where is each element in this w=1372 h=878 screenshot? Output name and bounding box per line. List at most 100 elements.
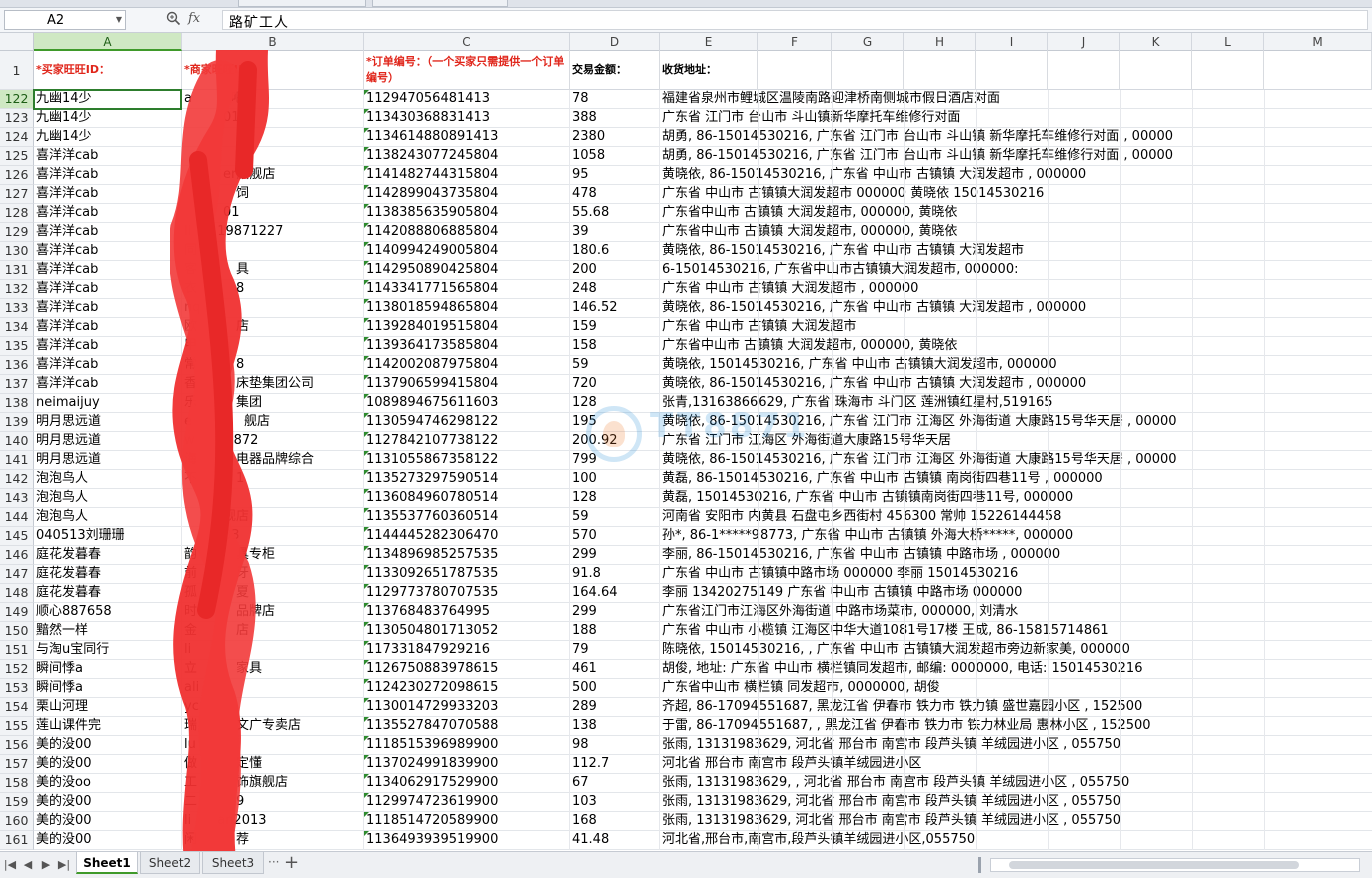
row-header[interactable]: 148 xyxy=(0,584,34,603)
row-header[interactable]: 139 xyxy=(0,413,34,432)
document-tab[interactable] xyxy=(238,0,366,7)
address-cell[interactable]: 于雷, 86-17094551687, , 黑龙江省 伊春市 铁力市 铁力林业局… xyxy=(660,717,1372,736)
merchant-id-cell[interactable]: 饲 xyxy=(182,185,364,204)
amount-cell[interactable]: 248 xyxy=(570,280,660,299)
order-number-cell[interactable]: 112675088397861​5 xyxy=(364,660,570,679)
buyer-id-cell[interactable]: 美的没00 xyxy=(34,793,182,812)
buyer-id-cell[interactable]: 顺心887658 xyxy=(34,603,182,622)
amount-cell[interactable]: 200 xyxy=(570,261,660,280)
empty-cell[interactable] xyxy=(976,51,1048,90)
merchant-id-cell[interactable]: 常 8 xyxy=(182,356,364,375)
amount-cell[interactable]: 180.6 xyxy=(570,242,660,261)
order-number-cell[interactable]: 113430368831413 xyxy=(364,109,570,128)
merchant-id-cell[interactable]: ali xyxy=(182,679,364,698)
order-number-cell[interactable]: 113928401951580​4 xyxy=(364,318,570,337)
row-header[interactable]: 153 xyxy=(0,679,34,698)
buyer-id-cell[interactable]: 美的没00 xyxy=(34,812,182,831)
row-header[interactable]: 128 xyxy=(0,204,34,223)
buyer-id-cell[interactable]: 喜洋洋cab xyxy=(34,204,182,223)
address-cell[interactable]: 广东省 江门市 台山市 斗山镇新华摩托车维修行对面 xyxy=(660,109,1372,128)
order-number-cell[interactable]: 112997472361990​0 xyxy=(364,793,570,812)
amount-cell[interactable]: 164.64 xyxy=(570,584,660,603)
more-sheets-icon[interactable]: ··· xyxy=(268,855,279,869)
row-header[interactable]: 142 xyxy=(0,470,34,489)
merchant-id-cell[interactable]: 立 家具 xyxy=(182,660,364,679)
amount-cell[interactable]: 570 xyxy=(570,527,660,546)
row-header[interactable]: 137 xyxy=(0,375,34,394)
order-number-cell[interactable]: 113553776036051​4 xyxy=(364,508,570,527)
empty-cell[interactable] xyxy=(1192,51,1264,90)
buyer-id-cell[interactable]: 喜洋洋cab xyxy=(34,356,182,375)
merchant-id-cell[interactable]: 孤 夏 xyxy=(182,584,364,603)
address-cell[interactable]: 胡勇, 86-15014530216, 广东省 江门市 台山市 斗山镇 新华摩托… xyxy=(660,147,1372,166)
tab-split-handle[interactable] xyxy=(978,857,981,873)
empty-cell[interactable] xyxy=(1048,51,1120,90)
name-box[interactable]: A2 ▼ xyxy=(4,10,126,30)
next-sheet-icon[interactable]: ▶ xyxy=(38,856,54,874)
order-number-cell[interactable]: 117331847929216 xyxy=(364,641,570,660)
address-cell[interactable]: 张雨, 13131983629, 河北省 邢台市 南宫市 段芦头镇 羊绒园进小区… xyxy=(660,736,1372,755)
order-number-cell[interactable]: 108989467561160​3 xyxy=(364,394,570,413)
merchant-id-cell[interactable]: li 19871227 xyxy=(182,223,364,242)
amount-cell[interactable]: 146.52 xyxy=(570,299,660,318)
buyer-id-cell[interactable]: 庭花发暮春 xyxy=(34,546,182,565)
order-number-cell[interactable]: 112977378070753​5 xyxy=(364,584,570,603)
amount-cell[interactable]: 138 xyxy=(570,717,660,736)
amount-cell[interactable]: 1058 xyxy=(570,147,660,166)
row-header[interactable]: 131 xyxy=(0,261,34,280)
buyer-id-cell[interactable]: 泡泡鸟人 xyxy=(34,489,182,508)
order-number-header[interactable]: *订单编号：（一个买家只需提供一个订单编号） xyxy=(364,51,570,90)
address-cell[interactable]: 广东省中山市 横栏镇 同发超市, 0000000, 胡俊 xyxy=(660,679,1372,698)
buyer-id-cell[interactable]: 喜洋洋cab xyxy=(34,223,182,242)
merchant-id-cell[interactable]: li xyxy=(182,641,364,660)
address-cell[interactable]: 孙*, 86-1*****98773, 广东省 中山市 古镇镇 外海大桥****… xyxy=(660,527,1372,546)
amount-cell[interactable]: 799 xyxy=(570,451,660,470)
buyer-id-cell[interactable]: 九幽14少 xyxy=(34,109,182,128)
document-tab[interactable] xyxy=(372,0,508,7)
order-number-cell[interactable]: 113489698525753​5 xyxy=(364,546,570,565)
amount-cell[interactable]: 168 xyxy=(570,812,660,831)
order-number-cell[interactable]: 113552784707058​8 xyxy=(364,717,570,736)
amount-cell[interactable]: 103 xyxy=(570,793,660,812)
amount-cell[interactable]: 461 xyxy=(570,660,660,679)
amount-cell[interactable]: 59 xyxy=(570,508,660,527)
select-all-corner[interactable] xyxy=(0,33,34,51)
merchant-id-cell[interactable]: yc xyxy=(182,698,364,717)
amount-cell[interactable]: 2380 xyxy=(570,128,660,147)
buyer-id-cell[interactable]: 喜洋洋cab xyxy=(34,299,182,318)
order-number-cell[interactable]: 113790659941580​4 xyxy=(364,375,570,394)
merchant-id-cell[interactable]: 舰店 xyxy=(182,508,364,527)
amount-cell[interactable]: 41.48 xyxy=(570,831,660,850)
address-cell[interactable]: 黄晓依, 86-15014530216, 广东省 江门市 江海区 外海街道 大康… xyxy=(660,413,1372,432)
address-cell[interactable]: 河南省 安阳市 内黄县 石盘屯乡西街村 456300 常帅 1522614445… xyxy=(660,508,1372,527)
empty-cell[interactable] xyxy=(904,51,976,90)
amount-cell[interactable]: 100 xyxy=(570,470,660,489)
amount-cell[interactable]: 79 xyxy=(570,641,660,660)
buyer-id-cell[interactable]: 喜洋洋cab xyxy=(34,375,182,394)
amount-cell[interactable]: 299 xyxy=(570,603,660,622)
address-cell[interactable]: 张青,13163866629, 广东省 珠海市 斗门区 莲洲镇红星村,51916… xyxy=(660,394,1372,413)
merchant-id-cell[interactable]: 83 xyxy=(182,527,364,546)
column-header-k[interactable]: K xyxy=(1120,33,1192,51)
merchant-id-cell[interactable]: 韵 具专柜 xyxy=(182,546,364,565)
row-header[interactable]: 123 xyxy=(0,109,34,128)
buyer-id-cell[interactable]: 喜洋洋cab xyxy=(34,318,182,337)
merchant-id-cell[interactable]: 乐 集团 xyxy=(182,394,364,413)
row-header[interactable]: 143 xyxy=(0,489,34,508)
address-cell[interactable]: 李丽 13420275149 广东省 中山市 古镇镇 中路市场 000000 xyxy=(660,584,1372,603)
amount-cell[interactable]: 159 xyxy=(570,318,660,337)
merchant-id-cell[interactable]: 二 9 xyxy=(182,793,364,812)
amount-cell[interactable]: 289 xyxy=(570,698,660,717)
order-number-cell[interactable]: 113824307724580​4 xyxy=(364,147,570,166)
buyer-id-cell[interactable]: 瞬间悸a xyxy=(34,679,182,698)
amount-cell[interactable]: 478 xyxy=(570,185,660,204)
row-header[interactable]: 157 xyxy=(0,755,34,774)
amount-cell[interactable]: 95 xyxy=(570,166,660,185)
amount-cell[interactable]: 59 xyxy=(570,356,660,375)
amount-cell[interactable]: 299 xyxy=(570,546,660,565)
amount-cell[interactable]: 39 xyxy=(570,223,660,242)
row-header[interactable]: 125 xyxy=(0,147,34,166)
buyer-id-cell[interactable]: 美的没00 xyxy=(34,755,182,774)
order-number-cell[interactable]: 113309265178753​5 xyxy=(364,565,570,584)
order-number-cell[interactable]: 114200208797580​4 xyxy=(364,356,570,375)
